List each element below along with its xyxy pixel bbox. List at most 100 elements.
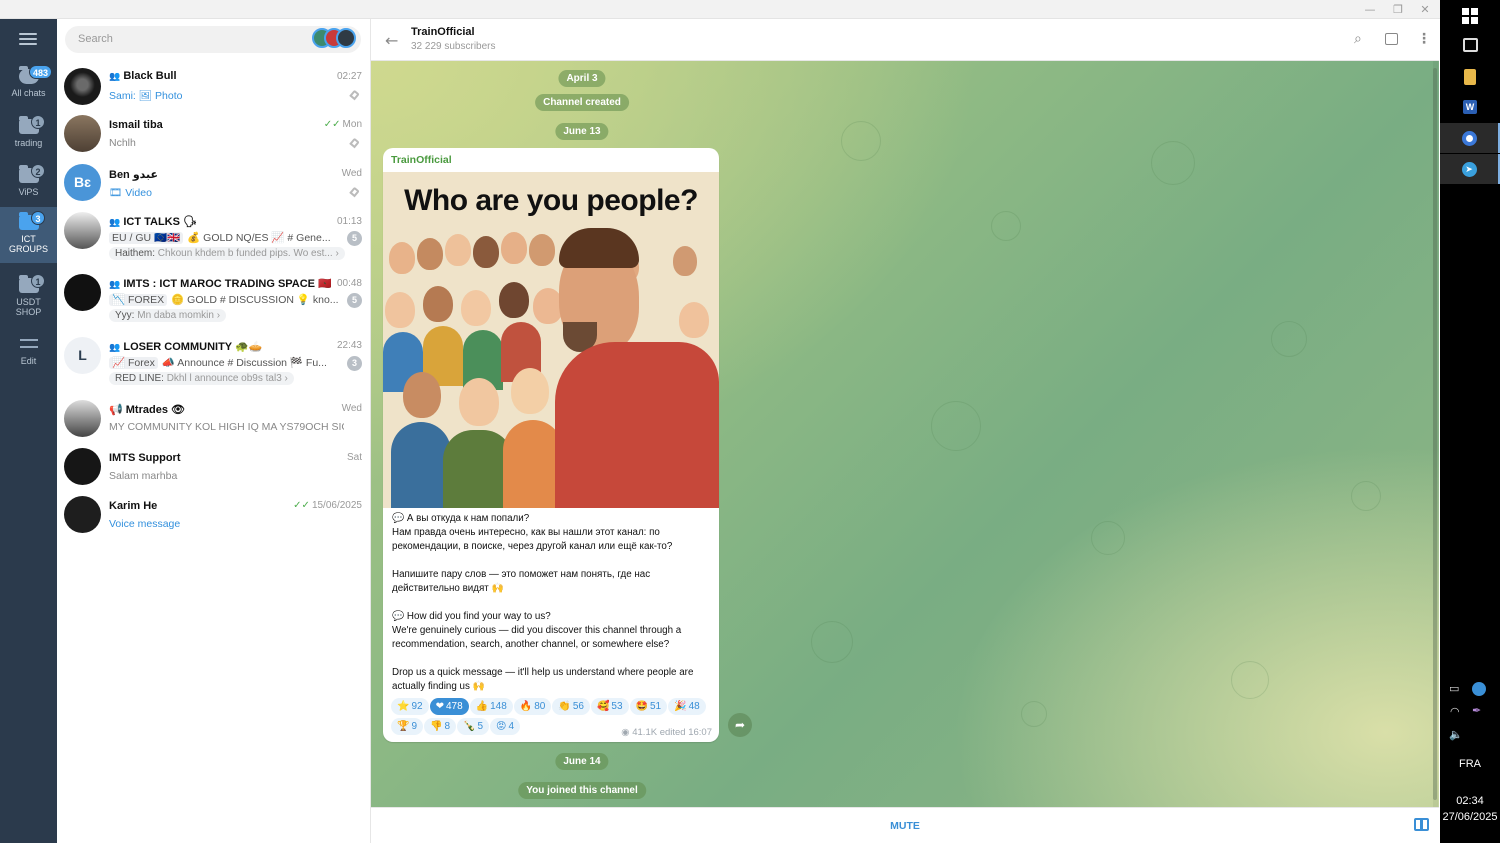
avatar: L [64, 337, 101, 374]
reaction-chip[interactable]: 🏆 9 [391, 718, 424, 735]
reaction-emoji: 🥰 [596, 701, 610, 712]
file-explorer-button[interactable] [1440, 62, 1500, 92]
chrome-button[interactable] [1440, 123, 1500, 153]
folder-ict-groups[interactable]: 3 ICT GROUPS [0, 207, 57, 263]
chat-name: Ben عبدو [109, 169, 159, 181]
reaction-chip[interactable]: 🔥 80 [513, 698, 552, 715]
close-button[interactable]: ✕ [1411, 1, 1439, 18]
reaction-emoji: 👏 [558, 701, 571, 712]
reaction-chip[interactable]: 🎉 48 [668, 698, 706, 715]
reaction-emoji: 🔥 [519, 701, 533, 712]
reaction-chip[interactable]: 👏 56 [552, 698, 590, 715]
folder-vips[interactable]: 2 ViPS [0, 164, 57, 212]
date-separator: June 14 [555, 753, 609, 770]
more-options-icon[interactable]: ⋮ [1417, 31, 1431, 47]
pin-icon [349, 137, 360, 149]
avatar [64, 212, 101, 249]
chat-item-loser-community[interactable]: L 👥 LOSER COMMUNITY 🐢🥧 22:43 📈 Forex 📣 An… [57, 333, 370, 396]
wifi-icon[interactable]: ◠ [1450, 705, 1460, 718]
reaction-chip[interactable]: 👍 148 [469, 698, 513, 715]
pen-icon[interactable]: ✒ [1472, 704, 1481, 717]
folder-all-chats[interactable]: 483 All chats [0, 65, 57, 113]
sliders-icon [19, 337, 38, 351]
word-button[interactable]: W [1440, 92, 1500, 122]
reaction-count: 51 [649, 701, 662, 712]
task-view-button[interactable] [1440, 30, 1500, 60]
service-message: Channel created [535, 94, 629, 111]
start-button[interactable] [1440, 1, 1500, 31]
scrollbar-thumb[interactable] [1433, 68, 1437, 800]
chat-item-ismail-tiba[interactable]: Ismail tiba ✓✓ Mon Nchlh [57, 111, 370, 160]
search-input[interactable]: Search [65, 26, 361, 53]
folder-label: Edit [20, 356, 37, 366]
forward-button[interactable]: ➦ [728, 713, 752, 737]
clock-time[interactable]: 02:34 [1440, 795, 1500, 807]
chat-item-imts[interactable]: 👥 IMTS : ICT MAROC TRADING SPACE 🇲🇦 - ..… [57, 271, 370, 333]
reaction-emoji: ⭐ [397, 701, 410, 712]
chat-item-ben[interactable]: Bɛ Ben عبدو Wed 🎞 Video [57, 160, 370, 209]
input-language[interactable]: FRA [1440, 758, 1500, 770]
chat-time: 01:13 [336, 216, 362, 227]
reaction-emoji: ❤ [435, 701, 444, 712]
group-icon: 👥 [109, 218, 124, 228]
subscriber-count: 32 229 subscribers [411, 41, 496, 52]
maximize-button[interactable]: ❐ [1384, 1, 1412, 18]
folder-rail: 483 All chats 1 trading 2 ViPS 3 ICT GRO… [0, 19, 57, 843]
chat-time: Sat [346, 452, 362, 463]
app-tray-icon[interactable] [1472, 682, 1486, 696]
chat-item-mtrades[interactable]: 📢 Mtrades 👁 Wed MY COMMUNITY KOL HIGH IQ… [57, 396, 370, 445]
reaction-count: 53 [611, 701, 623, 712]
reaction-count: 9 [411, 721, 418, 732]
reaction-chip[interactable]: 🤩 51 [629, 698, 668, 715]
chat-item-ict-talks[interactable]: 👥 ICT TALKS 🗣 01:13 EU / GU 🇪🇺🇬🇧 💰 GOLD N… [57, 209, 370, 271]
chat-item-karim-he[interactable]: Karim He ✓✓ 15/06/2025 Voice message [57, 493, 370, 541]
reaction-chip[interactable]: ❤ 478 [429, 698, 469, 715]
folder-trading[interactable]: 1 trading [0, 115, 57, 163]
mute-button[interactable]: MUTE [371, 820, 1439, 832]
post-author[interactable]: TrainOfficial [391, 154, 452, 166]
chat-time: Wed [341, 168, 362, 179]
reaction-count: 8 [444, 721, 451, 732]
reaction-count: 56 [572, 701, 584, 712]
stories-avatars[interactable] [312, 28, 356, 48]
avatar [64, 68, 101, 105]
chat-time: 22:43 [336, 340, 362, 351]
folder-label-line1: ICT [21, 234, 36, 244]
folder-edit[interactable]: Edit [0, 337, 57, 371]
group-icon: 👥 [109, 343, 124, 353]
telegram-button[interactable]: ➤ [1440, 154, 1500, 184]
reaction-chip[interactable]: 🍾 5 [457, 718, 490, 735]
minimize-button[interactable]: — [1356, 1, 1384, 18]
view-count: 41.1K [632, 727, 658, 738]
battery-icon[interactable]: ▭ [1449, 682, 1459, 695]
gift-icon[interactable] [1414, 818, 1429, 831]
reaction-chip[interactable]: 🥰 53 [590, 698, 629, 715]
channel-post[interactable]: TrainOfficial Who are you people? 💬 А вы… [383, 148, 719, 742]
chat-preview: 🎞 Video [109, 187, 152, 199]
channel-title[interactable]: TrainOfficial [411, 26, 475, 38]
windows-logo-icon [1462, 8, 1478, 24]
back-arrow-icon[interactable]: ← [385, 31, 398, 50]
chat-preview: MY COMMUNITY KOL HIGH IQ MA YS79OCH SIGN… [109, 421, 344, 433]
volume-icon[interactable]: 🔈 [1449, 728, 1463, 741]
task-view-icon [1462, 38, 1478, 52]
folder-usdt-shop[interactable]: 1 USDT SHOP [0, 274, 57, 326]
chat-item-imts-support[interactable]: IMTS Support Sat Salam marhba [57, 445, 370, 493]
menu-icon[interactable] [19, 33, 37, 45]
reaction-chip[interactable]: 👎 8 [424, 718, 457, 735]
read-check-icon: ✓✓ [323, 119, 341, 130]
chat-preview: Nchlh [109, 137, 136, 149]
folder-label: ViPS [18, 187, 39, 197]
reaction-chip[interactable]: ⭐ 92 [391, 698, 429, 715]
search-icon[interactable]: ⌕ [1354, 31, 1362, 47]
sidebar-toggle-icon[interactable] [1385, 33, 1398, 45]
clock-date[interactable]: 27/06/2025 [1440, 811, 1500, 823]
chat-time: ✓✓ Mon [323, 119, 362, 130]
chat-item-black-bull[interactable]: 👥 Black Bull 02:27 Sami: 🖼 Photo [57, 62, 370, 111]
date-separator: June 13 [555, 123, 609, 140]
reaction-chip[interactable]: 😡 4 [490, 718, 521, 735]
post-image[interactable]: Who are you people? [383, 172, 719, 508]
chat-name: IMTS Support [109, 452, 181, 464]
unread-badge: 3 [347, 356, 362, 371]
unread-badge: 483 [29, 65, 53, 79]
